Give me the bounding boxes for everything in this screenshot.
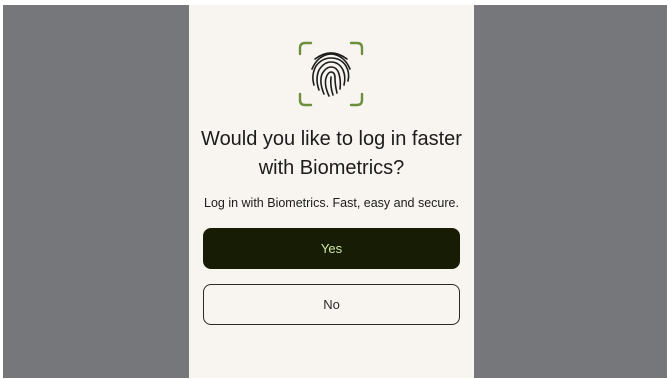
no-button[interactable]: No xyxy=(203,284,460,325)
dialog-subtitle: Log in with Biometrics. Fast, easy and s… xyxy=(204,196,459,210)
dialog-title: Would you like to log in faster with Bio… xyxy=(189,125,474,183)
yes-button-label: Yes xyxy=(320,241,343,256)
fingerprint-icon xyxy=(298,41,364,107)
screen: Would you like to log in faster with Bio… xyxy=(0,0,671,379)
no-button-label: No xyxy=(323,297,340,312)
title-line-1: Would you like to log in faster xyxy=(201,128,462,150)
yes-button[interactable]: Yes xyxy=(203,228,460,269)
title-line-2: with Biometrics? xyxy=(258,157,405,179)
biometrics-dialog: Would you like to log in faster with Bio… xyxy=(189,5,474,378)
